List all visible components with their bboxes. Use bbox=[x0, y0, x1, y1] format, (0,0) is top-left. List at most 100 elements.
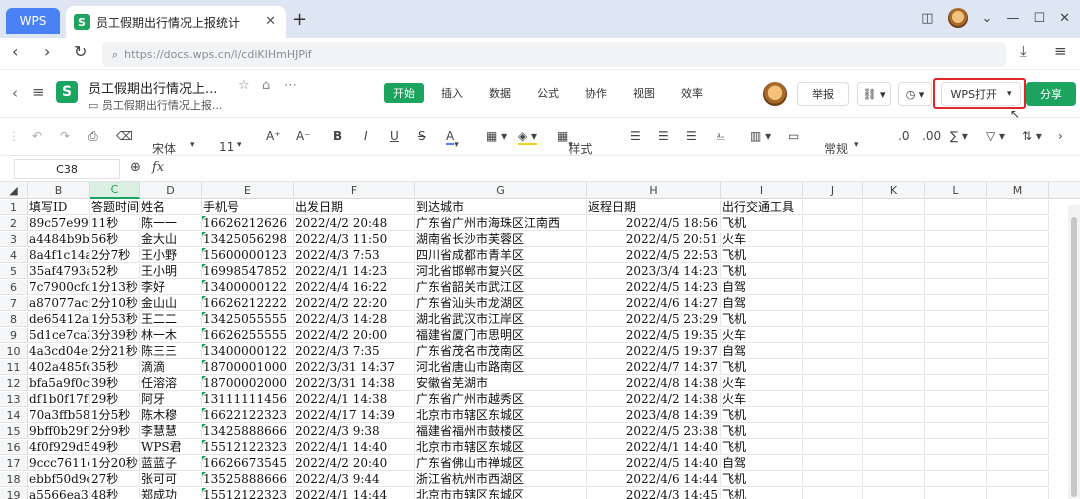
row-header[interactable]: 16 bbox=[0, 440, 28, 455]
cell[interactable] bbox=[925, 216, 987, 231]
url-input[interactable]: ⌕ https://docs.wps.cn/l/cdiKIHmHJPif bbox=[102, 42, 1006, 67]
more-icon[interactable]: ⋯ bbox=[284, 78, 297, 93]
cell[interactable]: 火车 bbox=[721, 328, 803, 343]
undo-icon[interactable]: ↶ bbox=[32, 129, 42, 143]
cell[interactable]: 2023/4/8 14:39 bbox=[587, 408, 721, 423]
tab-wps-home[interactable]: WPS bbox=[6, 8, 60, 34]
cell[interactable]: 2022/4/5 19:35 bbox=[587, 328, 721, 343]
cell[interactable]: 出发日期 bbox=[294, 200, 415, 215]
cell[interactable] bbox=[863, 472, 925, 487]
cell[interactable] bbox=[803, 280, 863, 295]
cell[interactable] bbox=[803, 312, 863, 327]
cell[interactable] bbox=[863, 344, 925, 359]
cell[interactable]: 2022/4/5 22:53 bbox=[587, 248, 721, 263]
share-link-button[interactable]: ⛓ ▾ bbox=[857, 82, 891, 106]
cell[interactable]: 飞机 bbox=[721, 216, 803, 231]
redo-icon[interactable]: ↷ bbox=[60, 129, 70, 143]
wrap-text-icon[interactable]: ⎁ bbox=[716, 129, 726, 144]
row-header[interactable]: 1 bbox=[0, 200, 28, 215]
document-title[interactable]: 员工假期出行情况上... bbox=[88, 78, 217, 97]
cell[interactable] bbox=[925, 408, 987, 423]
cell[interactable] bbox=[987, 232, 1049, 247]
cell[interactable] bbox=[925, 392, 987, 407]
cell[interactable]: 2022/4/1 14:38 bbox=[294, 392, 415, 407]
avatar[interactable] bbox=[947, 8, 968, 28]
cell[interactable]: 火车 bbox=[721, 232, 803, 247]
cell[interactable] bbox=[925, 296, 987, 311]
cell[interactable] bbox=[987, 312, 1049, 327]
cell[interactable] bbox=[863, 216, 925, 231]
cell[interactable]: 湖南省长沙市芙蓉区 bbox=[415, 232, 587, 247]
cell[interactable]: 出行交通工具 bbox=[721, 200, 803, 215]
cell[interactable] bbox=[863, 200, 925, 215]
cell[interactable]: 1分53秒 bbox=[90, 312, 140, 327]
cell[interactable] bbox=[863, 312, 925, 327]
cell[interactable] bbox=[803, 440, 863, 455]
cell[interactable]: 飞机 bbox=[721, 440, 803, 455]
cell[interactable] bbox=[987, 488, 1049, 499]
cell[interactable] bbox=[863, 328, 925, 343]
cell[interactable]: 郑成功 bbox=[140, 488, 202, 499]
style-button[interactable]: ▦ 样式 ▾ bbox=[557, 129, 592, 156]
merge-cells-icon[interactable]: ▥ ▾ bbox=[750, 129, 771, 143]
cell[interactable] bbox=[863, 392, 925, 407]
cell[interactable]: 手机号 bbox=[202, 200, 294, 215]
cell[interactable]: 自驾 bbox=[721, 280, 803, 295]
cell[interactable] bbox=[987, 296, 1049, 311]
bold-icon[interactable]: B bbox=[333, 129, 342, 143]
cell[interactable]: 13525888666 bbox=[202, 472, 294, 487]
cell[interactable]: 2022/4/5 23:38 bbox=[587, 424, 721, 439]
scroll-thumb[interactable] bbox=[1071, 217, 1077, 497]
cell[interactable]: 13400000122 bbox=[202, 344, 294, 359]
cell[interactable] bbox=[925, 344, 987, 359]
cell[interactable] bbox=[863, 360, 925, 375]
cell[interactable] bbox=[803, 488, 863, 499]
close-icon[interactable]: ✕ bbox=[265, 14, 276, 29]
cell[interactable]: 13400000122 bbox=[202, 280, 294, 295]
column-header-L[interactable]: L bbox=[925, 182, 987, 199]
cell[interactable] bbox=[863, 456, 925, 471]
cell[interactable]: 2022/4/2 20:00 bbox=[294, 328, 415, 343]
cell[interactable] bbox=[863, 488, 925, 499]
cell[interactable]: 39秒 bbox=[90, 376, 140, 391]
cell[interactable]: 姓名 bbox=[140, 200, 202, 215]
cell[interactable]: 自驾 bbox=[721, 456, 803, 471]
back-icon[interactable]: ‹ bbox=[12, 42, 18, 61]
row-header[interactable]: 10 bbox=[0, 344, 28, 359]
column-header-D[interactable]: D bbox=[140, 182, 202, 199]
cell[interactable]: 15512122323 bbox=[202, 488, 294, 499]
cell[interactable] bbox=[987, 440, 1049, 455]
cell[interactable]: 阿牙 bbox=[140, 392, 202, 407]
cell[interactable] bbox=[987, 424, 1049, 439]
cell[interactable]: 402a485fc bbox=[28, 360, 90, 375]
cell[interactable]: df1b0f17f bbox=[28, 392, 90, 407]
cell[interactable] bbox=[803, 360, 863, 375]
cell[interactable]: 52秒 bbox=[90, 264, 140, 279]
cell[interactable] bbox=[925, 472, 987, 487]
cell[interactable] bbox=[925, 248, 987, 263]
cell[interactable]: 火车 bbox=[721, 376, 803, 391]
cell[interactable] bbox=[987, 408, 1049, 423]
cell[interactable]: 16622122323 bbox=[202, 408, 294, 423]
cell[interactable]: 飞机 bbox=[721, 408, 803, 423]
cell[interactable]: 广东省佛山市禅城区 bbox=[415, 456, 587, 471]
cell[interactable]: 35af4793a bbox=[28, 264, 90, 279]
row-header[interactable]: 6 bbox=[0, 280, 28, 295]
cell[interactable]: 金山山 bbox=[140, 296, 202, 311]
cell[interactable]: 2022/4/8 14:38 bbox=[587, 376, 721, 391]
cell[interactable]: 1分5秒 bbox=[90, 408, 140, 423]
cell[interactable] bbox=[803, 376, 863, 391]
cell[interactable]: 2022/4/3 7:53 bbox=[294, 248, 415, 263]
cell[interactable] bbox=[925, 456, 987, 471]
cell[interactable]: 18700002000 bbox=[202, 376, 294, 391]
tab-collaborate[interactable]: 协作 bbox=[576, 83, 616, 103]
sidebar-toggle-icon[interactable]: ◫ bbox=[921, 11, 933, 26]
cell[interactable]: 9bff0b29f bbox=[28, 424, 90, 439]
cell[interactable]: 4a3cd04e1 bbox=[28, 344, 90, 359]
cell[interactable]: 填写ID bbox=[28, 200, 90, 215]
column-header-I[interactable]: I bbox=[721, 182, 803, 199]
cell[interactable] bbox=[863, 376, 925, 391]
cell[interactable]: 1分20秒 bbox=[90, 456, 140, 471]
row-header[interactable]: 3 bbox=[0, 232, 28, 247]
strikethrough-icon[interactable]: S bbox=[418, 129, 426, 143]
